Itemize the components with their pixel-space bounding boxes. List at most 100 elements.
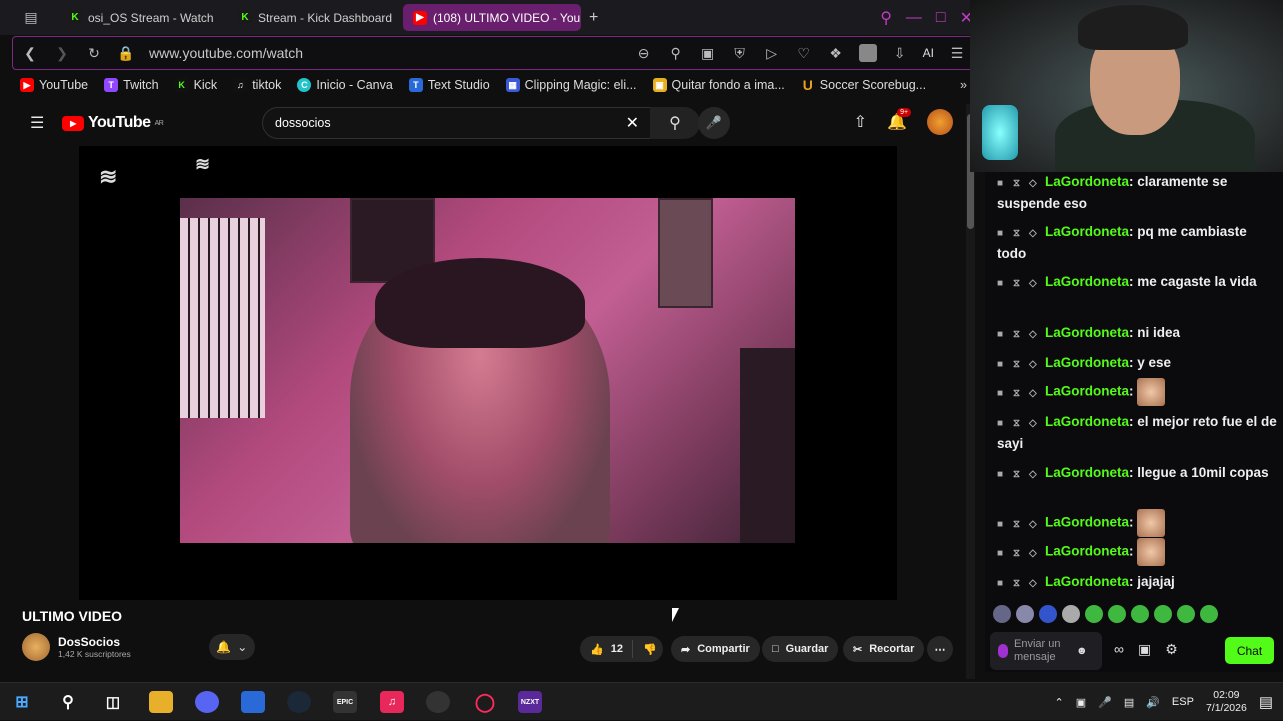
chat-input[interactable]: Enviar un mensaje ☻ bbox=[990, 632, 1102, 670]
emote-icon[interactable] bbox=[1016, 605, 1034, 623]
search-icon[interactable]: ⚲ bbox=[56, 691, 80, 713]
timeout-icon[interactable]: ⧖ bbox=[1013, 515, 1021, 535]
maximize-icon[interactable]: □ bbox=[936, 9, 946, 27]
more-actions-button[interactable]: ⋯ bbox=[927, 636, 953, 662]
delete-icon[interactable]: ■ bbox=[997, 325, 1005, 345]
tab-kick-stream[interactable]: K osi_OS Stream - Watch bbox=[58, 4, 228, 31]
network-icon[interactable]: ▤ bbox=[1124, 696, 1134, 709]
timeout-icon[interactable]: ⧖ bbox=[1013, 174, 1021, 194]
delete-icon[interactable]: ■ bbox=[997, 174, 1005, 194]
url-field[interactable]: www.youtube.com/watch bbox=[149, 45, 621, 61]
notifications-icon[interactable]: ▤ bbox=[1259, 693, 1273, 711]
store-icon[interactable] bbox=[241, 691, 265, 713]
delete-icon[interactable]: ■ bbox=[997, 355, 1005, 375]
emote-icon[interactable] bbox=[1039, 605, 1057, 623]
play-icon[interactable]: ▷ bbox=[763, 45, 781, 62]
clip-button[interactable]: ✂ Recortar bbox=[843, 636, 925, 662]
profile-icon[interactable] bbox=[858, 44, 877, 62]
channel-name[interactable]: DosSocios bbox=[58, 635, 131, 649]
emote-icon[interactable] bbox=[993, 605, 1011, 623]
tiktok-icon[interactable]: ♫ bbox=[380, 691, 404, 713]
tab-kick-dashboard[interactable]: K Stream - Kick Dashboard bbox=[228, 4, 403, 31]
file-explorer-icon[interactable] bbox=[149, 691, 173, 713]
new-tab-button[interactable]: + bbox=[589, 9, 598, 27]
delete-icon[interactable]: ■ bbox=[997, 515, 1005, 535]
volume-icon[interactable]: 🔊 bbox=[1146, 696, 1160, 709]
windows-start-icon[interactable]: ⊞ bbox=[10, 691, 34, 713]
timeout-icon[interactable]: ⧖ bbox=[1013, 574, 1021, 594]
bookmark-soccer-scorebug[interactable]: U Soccer Scorebug... bbox=[801, 77, 926, 93]
save-button[interactable]: □ Guardar bbox=[762, 636, 839, 662]
back-icon[interactable]: ❮ bbox=[21, 45, 39, 62]
clock[interactable]: 02:09 7/1/2026 bbox=[1206, 689, 1247, 715]
video-frame[interactable] bbox=[180, 198, 795, 543]
shield-icon[interactable]: ⛨ bbox=[731, 45, 749, 62]
timeout-icon[interactable]: ⧖ bbox=[1013, 325, 1021, 345]
delete-icon[interactable]: ■ bbox=[997, 274, 1005, 294]
bookmark-clipping-magic[interactable]: ▦ Clipping Magic: eli... bbox=[505, 78, 637, 92]
settings-icon[interactable]: ⚙ bbox=[1165, 641, 1178, 658]
snapshot-icon[interactable]: ▣ bbox=[699, 45, 717, 62]
ban-icon[interactable]: ◇ bbox=[1029, 224, 1037, 244]
ban-icon[interactable]: ◇ bbox=[1029, 465, 1037, 485]
ban-icon[interactable]: ◇ bbox=[1029, 174, 1037, 194]
chat-send-button[interactable]: Chat bbox=[1225, 637, 1274, 664]
timeout-icon[interactable]: ⧖ bbox=[1013, 414, 1021, 434]
delete-icon[interactable]: ■ bbox=[997, 544, 1005, 564]
ai-button[interactable]: AI bbox=[923, 46, 934, 60]
timeout-icon[interactable]: ⧖ bbox=[1013, 355, 1021, 375]
users-icon[interactable]: ∞ bbox=[1114, 641, 1124, 658]
bookmark-quitar-fondo[interactable]: ▣ Quitar fondo a ima... bbox=[652, 78, 785, 92]
dislike-button[interactable]: 👎 bbox=[632, 640, 667, 658]
account-avatar[interactable] bbox=[927, 109, 953, 135]
delete-icon[interactable]: ■ bbox=[997, 224, 1005, 244]
voice-search-button[interactable]: 🎤 bbox=[698, 107, 730, 139]
search-button[interactable]: ⚲ bbox=[650, 107, 700, 139]
emote-icon[interactable] bbox=[1085, 605, 1103, 623]
timeout-icon[interactable]: ⧖ bbox=[1013, 465, 1021, 485]
epic-games-icon[interactable]: EPIC bbox=[333, 691, 357, 713]
page-scrollbar[interactable] bbox=[966, 104, 975, 679]
emote-icon[interactable] bbox=[1131, 605, 1149, 623]
display-icon[interactable]: ▣ bbox=[1076, 696, 1086, 709]
ban-icon[interactable]: ◇ bbox=[1029, 384, 1037, 404]
ban-icon[interactable]: ◇ bbox=[1029, 574, 1037, 594]
search-input[interactable]: dossocios ✕ bbox=[262, 107, 652, 139]
emote-icon[interactable] bbox=[1177, 605, 1195, 623]
zoom-icon[interactable]: ⊖ bbox=[635, 45, 653, 62]
steam-icon[interactable] bbox=[287, 691, 311, 713]
delete-icon[interactable]: ■ bbox=[997, 465, 1005, 485]
emote-icon[interactable] bbox=[1108, 605, 1126, 623]
extensions-icon[interactable]: ❖ bbox=[827, 45, 845, 62]
obs-icon[interactable] bbox=[426, 691, 450, 713]
ban-icon[interactable]: ◇ bbox=[1029, 515, 1037, 535]
tab-youtube-video[interactable]: ▶ (108) ULTIMO VIDEO - You bbox=[403, 4, 581, 31]
emote-icon[interactable] bbox=[1062, 605, 1080, 623]
minimize-icon[interactable]: — bbox=[906, 9, 922, 27]
timeout-icon[interactable]: ⧖ bbox=[1013, 274, 1021, 294]
delete-icon[interactable]: ■ bbox=[997, 414, 1005, 434]
upload-icon[interactable]: ⇧ bbox=[854, 112, 867, 132]
download-icon[interactable]: ⇩ bbox=[891, 45, 909, 62]
ban-icon[interactable]: ◇ bbox=[1029, 544, 1037, 564]
ban-icon[interactable]: ◇ bbox=[1029, 355, 1037, 375]
ban-icon[interactable]: ◇ bbox=[1029, 414, 1037, 434]
language-indicator[interactable]: ESP bbox=[1172, 696, 1194, 708]
mic-icon[interactable] bbox=[998, 644, 1008, 658]
bookmark-text-studio[interactable]: T Text Studio bbox=[408, 78, 490, 92]
emoji-icon[interactable]: ☻ bbox=[1076, 645, 1088, 658]
bookmark-canva[interactable]: C Inicio - Canva bbox=[297, 78, 393, 92]
timeout-icon[interactable]: ⧖ bbox=[1013, 544, 1021, 564]
discord-icon[interactable] bbox=[195, 691, 219, 713]
channel-avatar[interactable] bbox=[22, 633, 50, 661]
pin-icon[interactable]: ⚲ bbox=[667, 45, 685, 62]
youtube-logo[interactable]: ▶ YouTube AR bbox=[62, 114, 164, 132]
emote-icon[interactable] bbox=[1200, 605, 1218, 623]
timeout-icon[interactable]: ⧖ bbox=[1013, 384, 1021, 404]
store-icon[interactable]: ▣ bbox=[1138, 641, 1151, 658]
hamburger-menu-icon[interactable]: ☰ bbox=[30, 113, 44, 133]
task-view-icon[interactable]: ◫ bbox=[101, 691, 125, 713]
nzxt-icon[interactable]: NZXT bbox=[518, 691, 542, 713]
bookmark-kick[interactable]: K Kick bbox=[174, 78, 217, 92]
ban-icon[interactable]: ◇ bbox=[1029, 274, 1037, 294]
